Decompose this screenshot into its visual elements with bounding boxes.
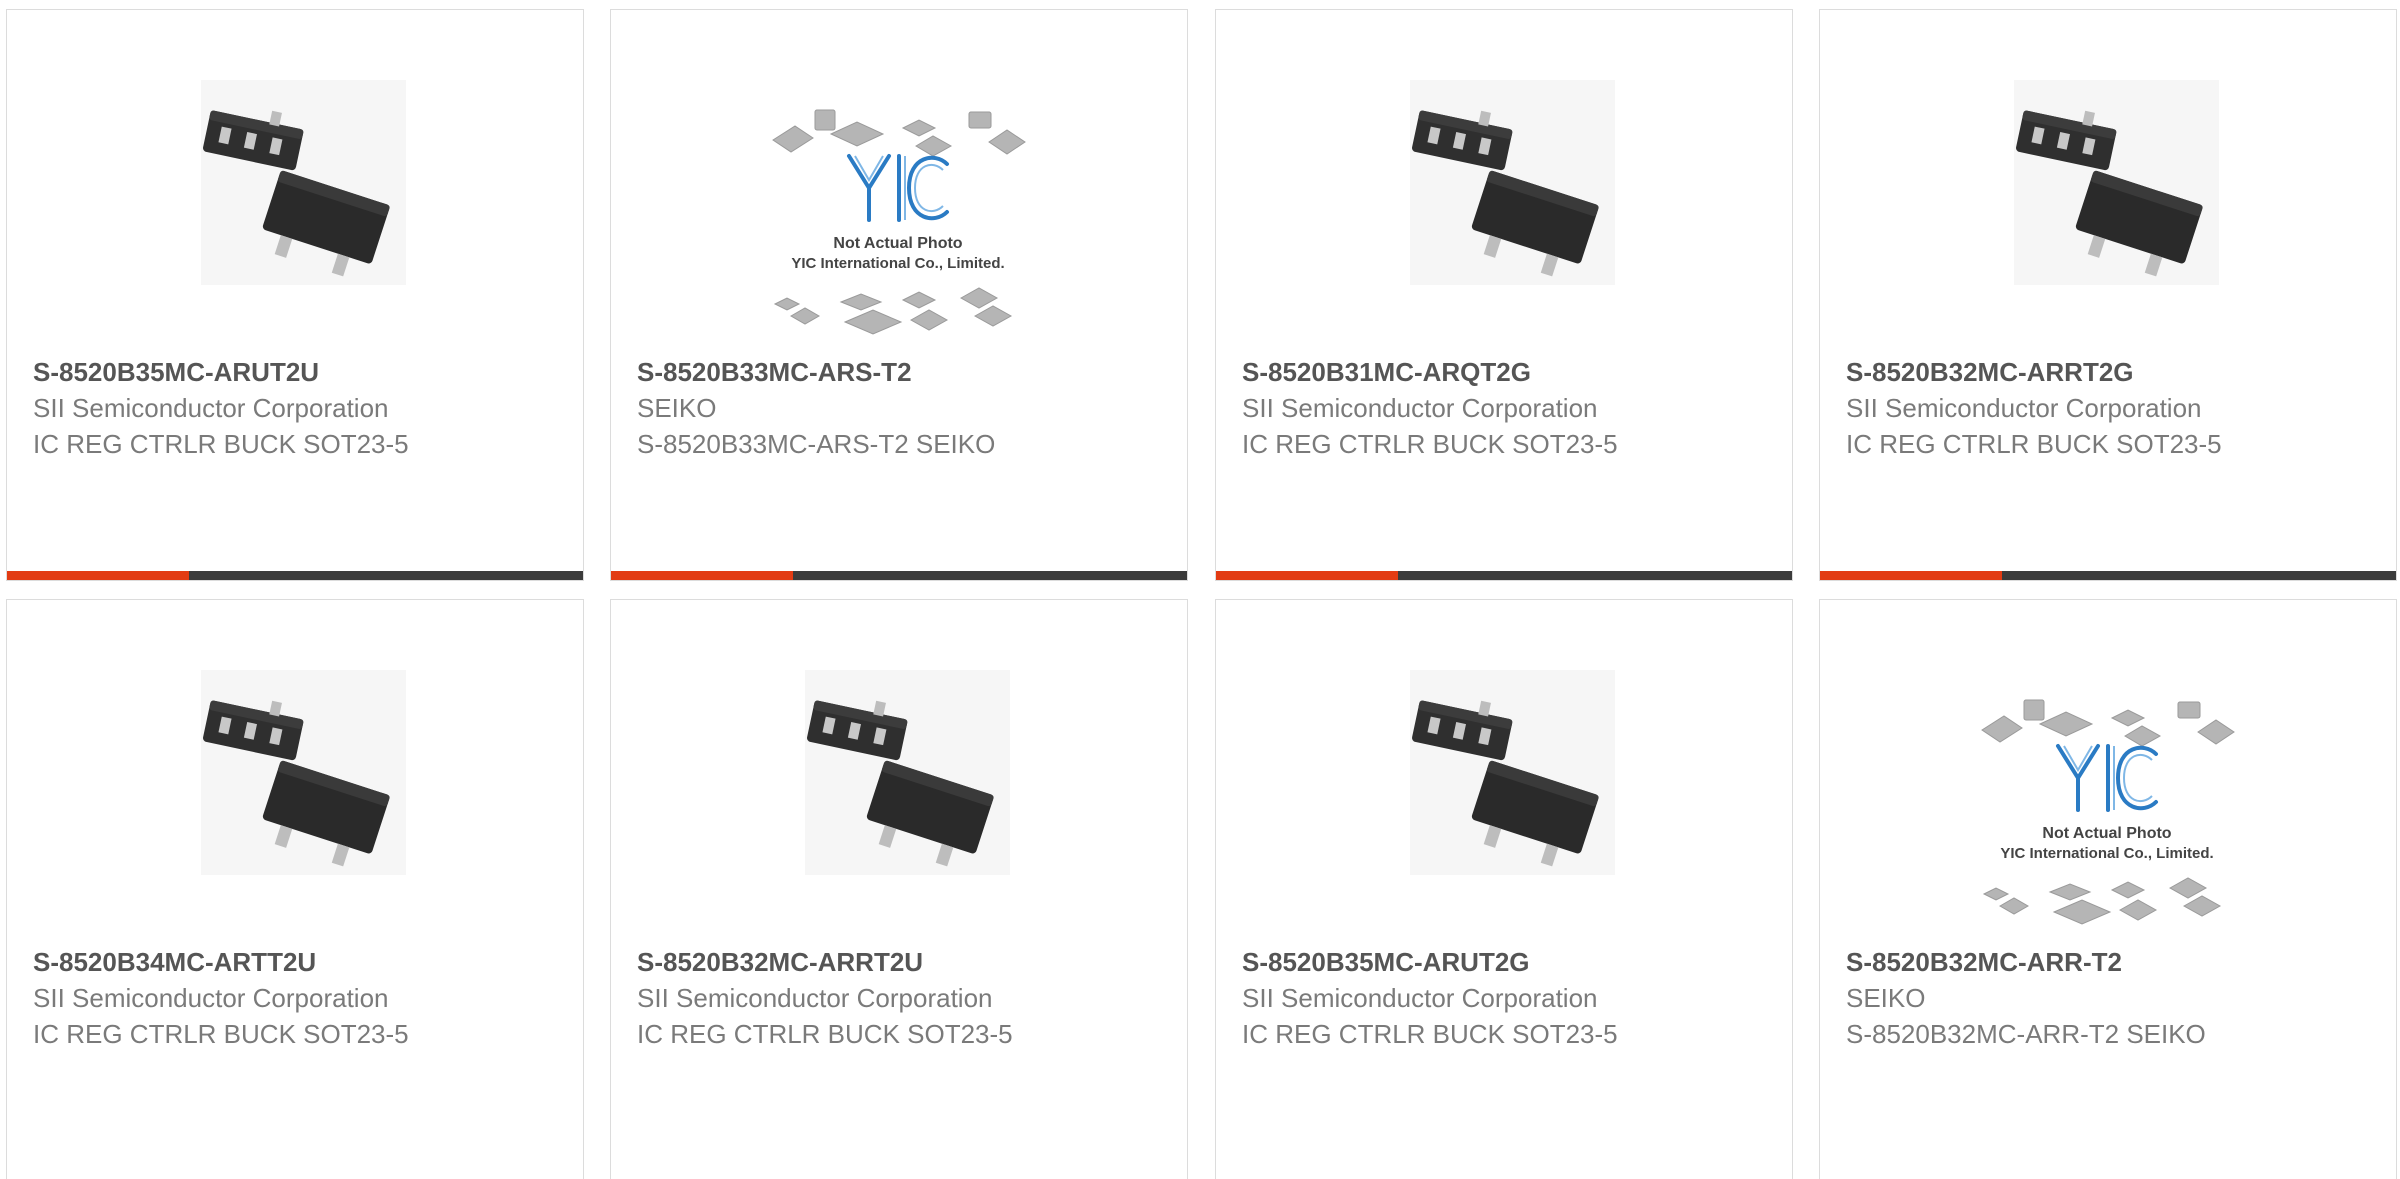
product-card[interactable]: S-8520B32MC-ARRT2U SII Semiconductor Cor… (610, 599, 1188, 1179)
part-number-link[interactable]: S-8520B33MC-ARS-T2 (637, 354, 1167, 390)
placeholder-line1: Not Actual Photo (2042, 825, 2171, 842)
product-description: IC REG CTRLR BUCK SOT23-5 (1242, 1019, 1618, 1049)
product-card[interactable]: S-8520B35MC-ARUT2G SII Semiconductor Cor… (1215, 599, 1793, 1179)
accent-stripe (1820, 571, 2002, 580)
product-card[interactable]: S-8520B34MC-ARTT2U SII Semiconductor Cor… (6, 599, 584, 1179)
product-image-sot23-5[interactable] (805, 670, 1010, 875)
manufacturer-name: SII Semiconductor Corporation (1242, 983, 1598, 1013)
product-card[interactable]: Not Actual Photo YIC International Co., … (1819, 599, 2397, 1179)
manufacturer-name: SII Semiconductor Corporation (637, 983, 993, 1013)
product-description: S-8520B32MC-ARR-T2 SEIKO (1846, 1019, 2206, 1049)
card-bottom-bar (611, 571, 1187, 580)
placeholder-line2: YIC International Co., Limited. (791, 255, 1004, 272)
accent-stripe (7, 571, 189, 580)
card-bottom-bar (7, 571, 583, 580)
part-number-link[interactable]: S-8520B32MC-ARRT2G (1846, 354, 2376, 390)
product-description: IC REG CTRLR BUCK SOT23-5 (1242, 429, 1618, 459)
product-description: IC REG CTRLR BUCK SOT23-5 (33, 429, 409, 459)
card-bottom-bar (1820, 571, 2396, 580)
manufacturer-name: SII Semiconductor Corporation (33, 393, 389, 423)
product-card[interactable]: S-8520B32MC-ARRT2G SII Semiconductor Cor… (1819, 9, 2397, 581)
product-image-sot23-5[interactable] (201, 80, 406, 285)
manufacturer-name: SII Semiconductor Corporation (1846, 393, 2202, 423)
part-number-link[interactable]: S-8520B35MC-ARUT2U (33, 354, 563, 390)
product-grid: S-8520B35MC-ARUT2U SII Semiconductor Cor… (0, 0, 2400, 1179)
product-card[interactable]: S-8520B35MC-ARUT2U SII Semiconductor Cor… (6, 9, 584, 581)
part-number-link[interactable]: S-8520B31MC-ARQT2G (1242, 354, 1772, 390)
part-number-link[interactable]: S-8520B32MC-ARRT2U (637, 944, 1167, 980)
manufacturer-name: SII Semiconductor Corporation (1242, 393, 1598, 423)
product-card[interactable]: Not Actual Photo YIC International Co., … (610, 9, 1188, 581)
product-description: IC REG CTRLR BUCK SOT23-5 (637, 1019, 1013, 1049)
part-number-link[interactable]: S-8520B32MC-ARR-T2 (1846, 944, 2376, 980)
product-description: S-8520B33MC-ARS-T2 SEIKO (637, 429, 996, 459)
placeholder-line2: YIC International Co., Limited. (2000, 845, 2213, 862)
product-description: IC REG CTRLR BUCK SOT23-5 (1846, 429, 2222, 459)
card-bottom-bar (1216, 571, 1792, 580)
manufacturer-name: SEIKO (1846, 983, 1926, 1013)
product-image-sot23-5[interactable] (1410, 670, 1615, 875)
product-image-sot23-5[interactable] (201, 670, 406, 875)
product-image-sot23-5[interactable] (1410, 80, 1615, 285)
not-actual-photo-placeholder[interactable]: Not Actual Photo YIC International Co., … (1970, 688, 2245, 933)
accent-stripe (611, 571, 793, 580)
product-image-sot23-5[interactable] (2014, 80, 2219, 285)
accent-stripe (1216, 571, 1398, 580)
manufacturer-name: SEIKO (637, 393, 717, 423)
product-description: IC REG CTRLR BUCK SOT23-5 (33, 1019, 409, 1049)
not-actual-photo-placeholder[interactable]: Not Actual Photo YIC International Co., … (761, 98, 1036, 343)
manufacturer-name: SII Semiconductor Corporation (33, 983, 389, 1013)
placeholder-line1: Not Actual Photo (833, 235, 962, 252)
part-number-link[interactable]: S-8520B35MC-ARUT2G (1242, 944, 1772, 980)
product-card[interactable]: S-8520B31MC-ARQT2G SII Semiconductor Cor… (1215, 9, 1793, 581)
part-number-link[interactable]: S-8520B34MC-ARTT2U (33, 944, 563, 980)
